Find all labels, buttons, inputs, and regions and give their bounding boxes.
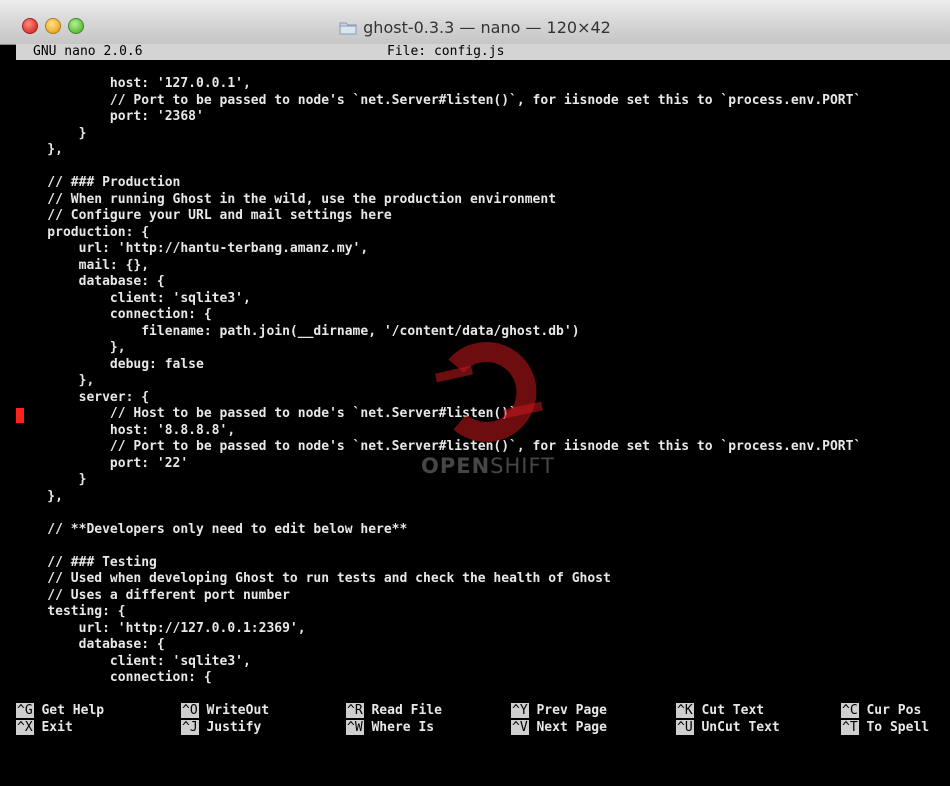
shortcut-key: ^R (346, 703, 364, 718)
shortcut-key: ^T (841, 719, 859, 735)
code-line: } (16, 125, 87, 141)
code-line: }, (16, 340, 126, 355)
window-title-area: ghost-0.3.3 — nano — 120×42 (0, 18, 950, 37)
shortcut-label: UnCut Text (701, 719, 780, 735)
code-line: debug: false (16, 356, 204, 372)
code-line: host: '127.0.0.1', (16, 76, 251, 91)
code-line: connection: { (16, 307, 212, 322)
shortcut-next-page: ^V Next Page (511, 719, 607, 736)
shortcut-label: Exit (41, 719, 73, 735)
shortcut-exit: ^X Exit (16, 719, 73, 736)
code-line: client: 'sqlite3', (16, 290, 251, 306)
openshift-logo-icon (435, 342, 543, 442)
shortcut-key: ^K (676, 703, 694, 718)
code-line: // When running Ghost in the wild, use t… (16, 191, 557, 207)
shortcut-key: ^U (676, 719, 694, 735)
code-line: port: '22' (16, 455, 189, 471)
shortcut-label: WriteOut (206, 703, 270, 718)
shortcut-key: ^X (16, 719, 34, 735)
code-line: database: { (16, 637, 165, 652)
code-line: testing: { (16, 604, 126, 619)
shortcut-label: Cur Pos (866, 703, 922, 718)
shortcut-key: ^V (511, 719, 529, 735)
shortcut-key: ^G (16, 703, 34, 718)
shortcut-label: Where Is (371, 719, 435, 735)
shortcut-read-file: ^R Read File (346, 703, 442, 719)
code-line: server: { (16, 389, 150, 405)
brand-shift: SHIFT (490, 454, 556, 478)
code-line: // ### Production (16, 175, 181, 190)
shortcut-label: Justify (206, 719, 262, 735)
code-line: url: 'http://127.0.0.1:2369', (16, 620, 306, 636)
shortcut-key: ^O (181, 703, 199, 718)
code-line: client: 'sqlite3', (16, 653, 251, 669)
code-line: mail: {}, (16, 257, 150, 273)
code-line: connection: { (16, 670, 212, 685)
code-line: // Configure your URL and mail settings … (16, 208, 392, 223)
shortcut-label: Get Help (41, 703, 105, 718)
shortcut-key: ^C (841, 703, 859, 718)
openshift-watermark: OPENSHIFT (412, 330, 564, 480)
code-line: }, (16, 488, 63, 504)
nano-header-bar: GNU nano 2.0.6 File: config.js (16, 44, 950, 60)
code-line: host: '8.8.8.8', (16, 422, 236, 438)
code-line: }, (16, 373, 95, 388)
shortcut-key: ^J (181, 719, 199, 735)
shortcut-bar: ^G Get Help ^O WriteOut ^R Read File ^Y Pre… (0, 703, 950, 743)
code-line: production: { (16, 224, 150, 240)
shortcut-label: Cut Text (701, 703, 765, 718)
shortcut-cut-text: ^K Cut Text (676, 703, 764, 719)
shortcut-key: ^Y (511, 703, 529, 718)
shortcut-where-is: ^W Where Is (346, 719, 435, 736)
shortcut-uncut-text: ^U UnCut Text (676, 719, 780, 736)
folder-icon (339, 21, 357, 35)
code-line: // **Developers only need to edit below … (16, 521, 408, 537)
code-line: port: '2368' (16, 109, 204, 124)
brand-open: OPEN (420, 454, 491, 478)
nano-version: GNU nano 2.0.6 (33, 44, 143, 59)
openshift-brand-text: OPENSHIFT (412, 454, 564, 478)
file-name-label: File: config.js (387, 44, 505, 59)
terminal-window: ghost-0.3.3 — nano — 120×42 GNU nano 2.0… (0, 0, 950, 786)
code-line: // Used when developing Ghost to run tes… (16, 571, 611, 586)
shortcut-cur-pos: ^C Cur Pos (841, 703, 921, 719)
shortcut-label: Prev Page (536, 703, 607, 718)
shortcut-justify: ^J Justify (181, 719, 262, 736)
code-line: // Uses a different port number (16, 587, 290, 603)
shortcut-prev-page: ^Y Prev Page (511, 703, 607, 719)
code-line: // ### Testing (16, 554, 157, 570)
shortcut-label: Next Page (536, 719, 607, 735)
text-cursor (16, 408, 24, 423)
shortcut-key: ^W (346, 719, 364, 735)
code-line: }, (16, 142, 63, 157)
title-bar[interactable]: ghost-0.3.3 — nano — 120×42 (0, 0, 950, 45)
shortcut-label: Read File (371, 703, 442, 718)
window-title: ghost-0.3.3 — nano — 120×42 (363, 18, 611, 37)
code-line: } (16, 472, 87, 487)
shortcut-writeout: ^O WriteOut (181, 703, 269, 719)
shortcut-get-help: ^G Get Help (16, 703, 104, 719)
code-line: // Port to be passed to node's `net.Serv… (16, 92, 862, 108)
shortcut-to-spell: ^T To Spell (841, 719, 930, 736)
code-line: database: { (16, 274, 165, 289)
shortcut-label: To Spell (866, 719, 930, 735)
code-line: url: 'http://hantu-terbang.amanz.my', (16, 241, 369, 256)
